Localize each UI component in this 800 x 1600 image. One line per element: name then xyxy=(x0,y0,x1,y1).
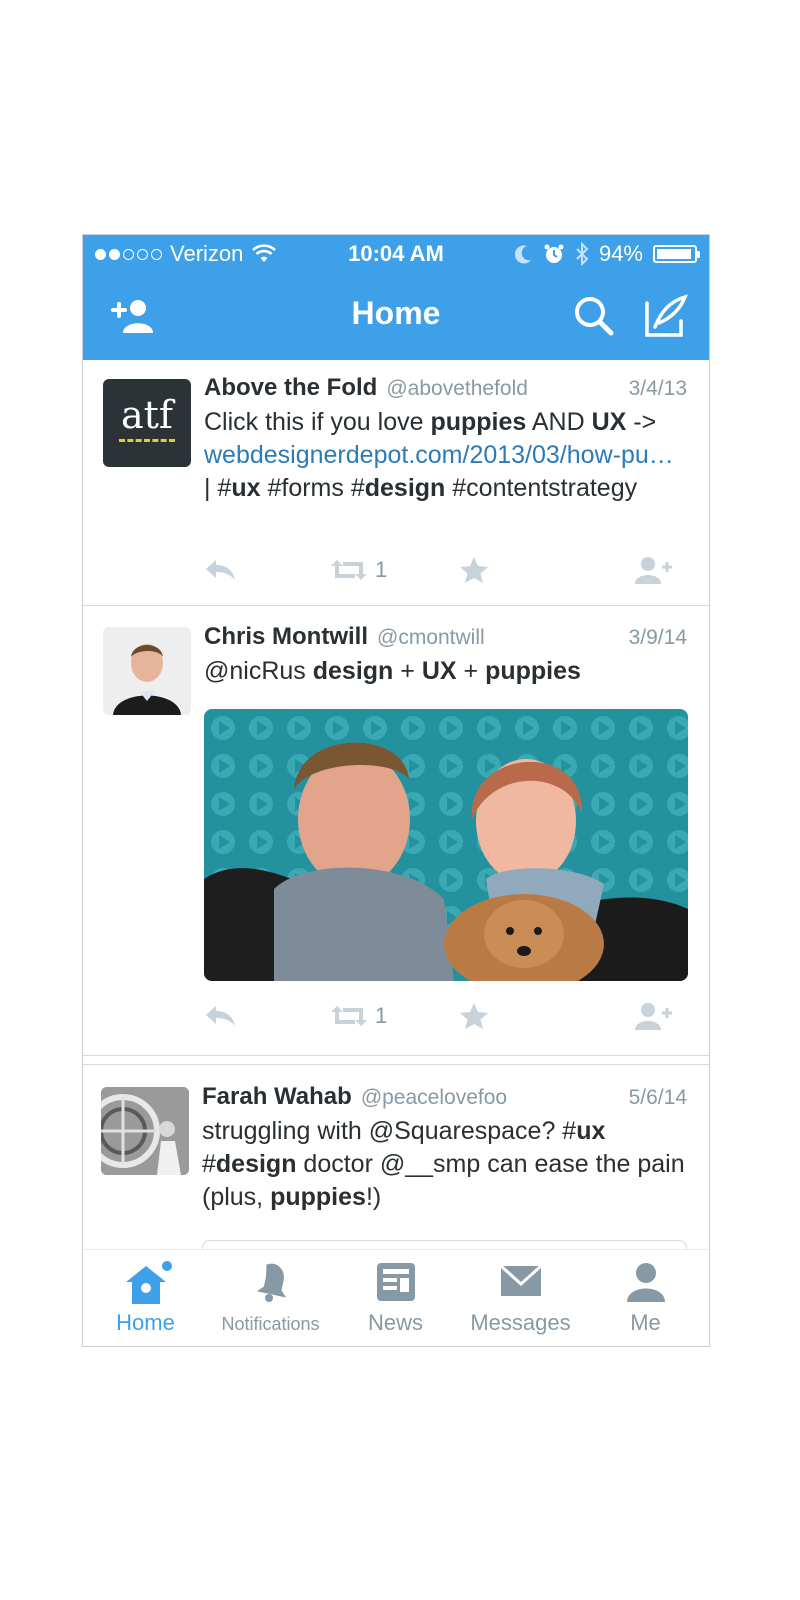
battery-fill xyxy=(657,249,691,259)
follow-icon[interactable] xyxy=(632,552,674,588)
text-run: !) xyxy=(365,1183,382,1211)
tweet-text: struggling with @Squarespace? #ux #desig… xyxy=(202,1115,687,1214)
timeline[interactable]: atf Above the Fold @abovethefold 3/4/13 … xyxy=(83,360,709,1250)
retweet-count: 1 xyxy=(375,557,388,582)
divider xyxy=(83,1056,709,1065)
text-bold: puppies xyxy=(430,408,527,436)
text-run[interactable]: | # xyxy=(204,474,231,502)
moon-icon xyxy=(514,245,531,264)
favorite-icon[interactable] xyxy=(459,552,489,588)
tab-news[interactable]: News xyxy=(333,1250,458,1346)
favorite-icon[interactable] xyxy=(459,998,489,1034)
tweet-header: Chris Montwill @cmontwill 3/9/14 xyxy=(204,623,687,651)
nav-bar: Home xyxy=(83,273,709,359)
mention[interactable]: @nicRus xyxy=(204,657,313,685)
text-bold: design xyxy=(312,657,394,685)
text-bold: UX xyxy=(591,408,627,436)
tab-label: Messages xyxy=(470,1310,571,1335)
tweet-photo[interactable] xyxy=(204,709,688,981)
avatar[interactable] xyxy=(103,627,191,715)
hashtag[interactable]: ux xyxy=(231,474,260,502)
hashtag[interactable]: ux xyxy=(576,1117,605,1145)
text-run: struggling with @Squarespace? # xyxy=(202,1117,577,1145)
author-handle[interactable]: @peacelovefoo xyxy=(361,1086,507,1110)
hashtag[interactable]: #forms # xyxy=(261,474,364,502)
author-name[interactable]: Chris Montwill xyxy=(204,623,368,651)
battery-percent: 94% xyxy=(598,241,643,266)
tweet-link[interactable]: webdesignerdepot.com/2013/03/how-pu… xyxy=(204,441,674,469)
text-run: AND xyxy=(526,408,592,436)
tab-label: News xyxy=(367,1310,423,1335)
retweet-count: 1 xyxy=(375,1003,388,1028)
alarm-icon xyxy=(544,244,564,263)
hashtag[interactable]: design xyxy=(365,474,446,502)
text-run: -> xyxy=(626,408,657,436)
profile-icon xyxy=(626,1263,665,1302)
tweet-text: @nicRus design + UX + puppies xyxy=(204,655,687,688)
tab-label: Me xyxy=(630,1310,661,1335)
author-name[interactable]: Farah Wahab xyxy=(202,1083,352,1111)
author-handle[interactable]: @cmontwill xyxy=(377,626,485,650)
tab-home[interactable]: Home xyxy=(83,1250,208,1346)
reply-icon[interactable] xyxy=(204,552,238,588)
status-right: 94% xyxy=(514,241,700,267)
tweet-actions: 1 xyxy=(204,998,687,1038)
retweet-icon xyxy=(331,560,367,580)
hashtag[interactable]: #contentstrategy xyxy=(445,474,637,502)
tweet-body: Chris Montwill @cmontwill 3/9/14 @nicRus… xyxy=(204,623,687,688)
text-run: + xyxy=(456,657,486,685)
retweet-button[interactable]: 1 xyxy=(329,998,387,1034)
retweet-icon xyxy=(331,1006,367,1026)
tweet-date: 5/6/14 xyxy=(628,1086,687,1109)
tweet-date: 3/9/14 xyxy=(628,626,687,649)
author-handle[interactable]: @abovethefold xyxy=(386,377,528,401)
tab-bar: Home Notifications News Messages Me xyxy=(83,1249,709,1346)
text-run: # xyxy=(202,1150,216,1178)
mail-icon xyxy=(499,1264,542,1296)
tweet-date: 3/4/13 xyxy=(628,377,687,400)
avatar[interactable] xyxy=(101,1087,189,1175)
text-bold: puppies xyxy=(270,1183,366,1211)
tweet[interactable]: atf Above the Fold @abovethefold 3/4/13 … xyxy=(83,360,709,606)
tweet-body: Farah Wahab @peacelovefoo 5/6/14 struggl… xyxy=(202,1083,687,1214)
bell-icon xyxy=(256,1263,286,1302)
status-bar: Verizon 10:04 AM 94% xyxy=(83,235,709,273)
text-run: Click this if you love xyxy=(204,408,431,436)
author-name[interactable]: Above the Fold xyxy=(204,374,377,402)
follow-icon[interactable] xyxy=(632,998,674,1034)
battery-icon xyxy=(653,245,700,263)
tab-messages[interactable]: Messages xyxy=(458,1250,583,1346)
search-icon[interactable] xyxy=(571,293,619,341)
news-icon xyxy=(376,1263,415,1301)
tweet-header: Above the Fold @abovethefold 3/4/13 xyxy=(204,374,687,402)
tab-me[interactable]: Me xyxy=(583,1250,708,1346)
compose-tweet-icon[interactable] xyxy=(641,293,689,341)
tweet[interactable]: Chris Montwill @cmontwill 3/9/14 @nicRus… xyxy=(83,606,709,1056)
avatar-logo: atf xyxy=(121,393,173,437)
app-header: Verizon 10:04 AM 94% Home xyxy=(83,235,709,360)
tweet-text: Click this if you love puppies AND UX ->… xyxy=(204,406,687,505)
text-bold: UX xyxy=(421,657,457,685)
tab-label: Home xyxy=(116,1310,175,1335)
tab-notifications[interactable]: Notifications xyxy=(208,1250,333,1346)
home-icon xyxy=(125,1261,172,1304)
tweet-actions: 1 xyxy=(204,552,687,592)
avatar[interactable]: atf xyxy=(103,379,191,467)
reply-icon[interactable] xyxy=(204,998,238,1034)
tweet-header: Farah Wahab @peacelovefoo 5/6/14 xyxy=(202,1083,687,1111)
retweet-button[interactable]: 1 xyxy=(329,552,387,588)
tab-label: Notifications xyxy=(221,1314,320,1334)
text-bold: puppies xyxy=(485,657,581,685)
bluetooth-icon xyxy=(576,242,589,266)
text-run: + xyxy=(393,657,422,685)
tweet[interactable]: Farah Wahab @peacelovefoo 5/6/14 struggl… xyxy=(83,1065,709,1250)
hashtag[interactable]: design xyxy=(216,1150,297,1178)
phone-screen: Verizon 10:04 AM 94% Home atf Above the … xyxy=(82,234,710,1347)
tweet-body: Above the Fold @abovethefold 3/4/13 Clic… xyxy=(204,374,687,505)
